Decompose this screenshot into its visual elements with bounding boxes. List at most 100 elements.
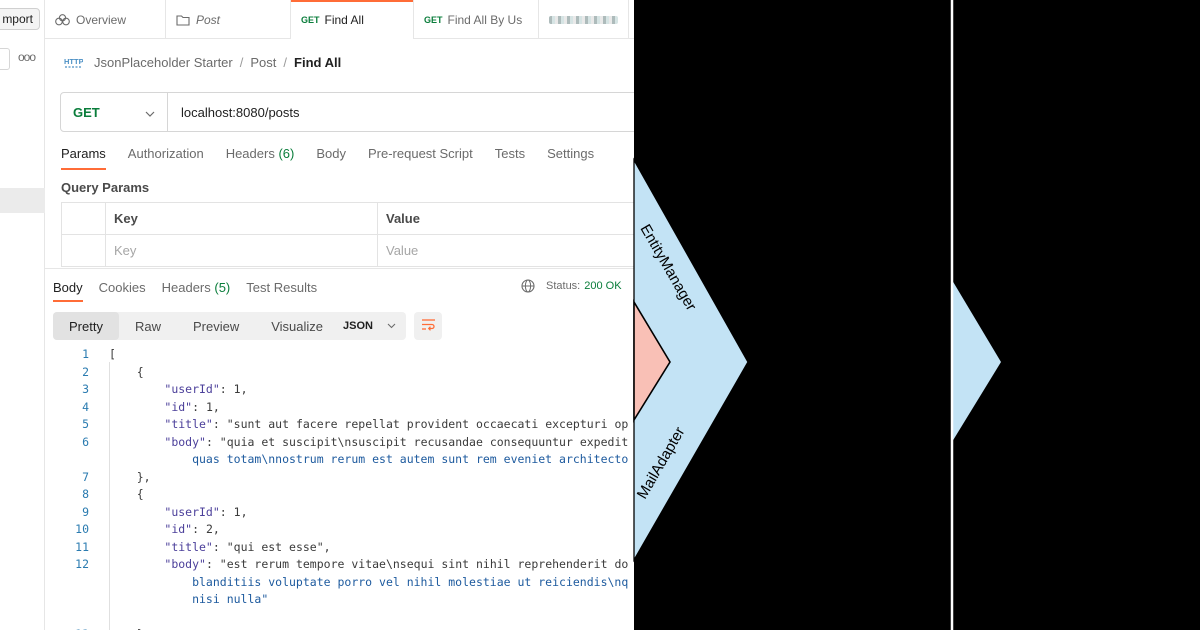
line-number: 11 xyxy=(75,539,89,554)
code-line: 6 "body": "quia et suscipit\nsuscipit re… xyxy=(45,434,634,452)
tab-tests[interactable]: Tests xyxy=(495,146,525,170)
line-number: 13 xyxy=(65,626,89,630)
tab-settings[interactable]: Settings xyxy=(547,146,594,170)
code-line: 9 "userId": 1, xyxy=(45,504,634,522)
svg-text:HTTP: HTTP xyxy=(64,57,83,66)
value-input[interactable]: Value xyxy=(377,234,634,267)
line-number: 9 xyxy=(82,504,89,519)
line-number: 3 xyxy=(82,382,89,396)
key-input[interactable]: Key xyxy=(105,234,378,267)
code-line: 12 "body": "est rerum tempore vitae\nseq… xyxy=(45,556,634,574)
tab-post[interactable]: Post xyxy=(166,0,291,39)
tab-response-headers[interactable]: Headers (5) xyxy=(162,280,231,302)
tab-label: Params xyxy=(61,146,106,161)
tab-params[interactable]: Params xyxy=(61,146,106,170)
view-preview[interactable]: Preview xyxy=(177,312,255,340)
pane-divider[interactable] xyxy=(45,268,634,269)
line-number: 2 xyxy=(82,364,89,379)
tab-redacted[interactable] xyxy=(539,0,629,39)
tab-headers[interactable]: Headers (6) xyxy=(226,146,295,170)
code-text: nisi nulla" xyxy=(109,592,269,606)
code-line: 8 { xyxy=(45,486,634,504)
tab-label: Find All xyxy=(324,12,364,27)
response-body-viewer[interactable]: 1[2 {3 "userId": 1, 4 "id": 1, 5 "title": … xyxy=(45,346,634,630)
method-label: GET xyxy=(73,104,100,120)
second-chevron xyxy=(952,280,1001,442)
redacted-label xyxy=(549,15,618,24)
code-text: blanditiis voluptate porro vel nihil mol… xyxy=(109,574,629,589)
tab-label: Find All By Us xyxy=(447,12,523,27)
import-button[interactable]: mport xyxy=(0,8,40,30)
method-select[interactable]: GET xyxy=(61,93,168,131)
code-line: 3 "userId": 1, xyxy=(45,381,634,399)
code-text: "title": "qui est esse", xyxy=(164,539,331,554)
tab-body[interactable]: Body xyxy=(316,146,346,170)
tab-find-all-by-user[interactable]: GET Find All By Us xyxy=(414,0,539,39)
sidebar: mport ooo xyxy=(0,0,45,630)
code-line: 10 "id": 2, xyxy=(45,521,634,539)
view-visualize[interactable]: Visualize xyxy=(255,312,339,340)
code-line: 1[ xyxy=(45,346,634,364)
checkbox-column-header xyxy=(61,202,106,235)
code-line: 2 { xyxy=(45,364,634,382)
code-line: nisi nulla" xyxy=(45,591,634,609)
table-header-row: Key Value xyxy=(61,202,634,235)
code-text: "body": "est rerum tempore vitae\nsequi … xyxy=(164,557,629,571)
code-text: { xyxy=(109,487,144,501)
table-row: Key Value xyxy=(61,234,634,267)
tab-authorization[interactable]: Authorization xyxy=(128,146,204,170)
request-url-bar: GET xyxy=(60,92,634,132)
wrap-lines-button[interactable] xyxy=(414,312,442,340)
line-number: 6 xyxy=(82,434,89,449)
code-line: 13 }, xyxy=(45,626,634,630)
code-text: { xyxy=(109,364,144,379)
tab-label: Authorization xyxy=(127,146,204,161)
headers-count: (6) xyxy=(278,146,295,161)
request-tabs: Params Authorization Headers (6) Body Pr… xyxy=(61,146,616,170)
tab-label: Post xyxy=(196,12,221,27)
postman-window: mport ooo Overview Post GET Find All GET… xyxy=(0,0,634,630)
breadcrumb-separator: / xyxy=(283,54,288,70)
code-text: "id": 2, xyxy=(164,522,220,536)
code-text: }, xyxy=(109,469,151,484)
breadcrumb-request[interactable]: Find All xyxy=(294,55,341,70)
status-value[interactable]: 200 OK xyxy=(584,280,621,292)
tab-label: Tests xyxy=(494,146,526,161)
code-text: "userId": 1, xyxy=(164,504,248,519)
code-text: quas totam\nnostrum rerum est autem sunt… xyxy=(109,452,629,466)
key-column-header: Key xyxy=(105,202,378,235)
breadcrumb-collection[interactable]: JsonPlaceholder Starter xyxy=(94,55,233,70)
view-mode-toggle: Pretty Raw Preview Visualize xyxy=(53,312,340,340)
code-line: 11 "title": "qui est esse", xyxy=(45,539,634,557)
sidebar-selected-item[interactable] xyxy=(0,188,45,213)
view-raw[interactable]: Raw xyxy=(119,312,177,340)
line-number: 12 xyxy=(75,557,89,571)
line-number: 5 xyxy=(82,417,89,431)
breadcrumb-folder[interactable]: Post xyxy=(250,55,276,70)
tab-label: Headers xyxy=(161,280,211,295)
globe-icon[interactable] xyxy=(521,279,535,293)
tab-label: Body xyxy=(316,146,346,161)
url-input[interactable] xyxy=(168,93,634,131)
more-options-icon[interactable]: ooo xyxy=(18,50,36,64)
sidebar-filter-input[interactable] xyxy=(0,48,10,70)
tab-find-all[interactable]: GET Find All xyxy=(291,0,414,39)
tab-label: Cookies xyxy=(98,280,146,295)
response-status: Status: 200 OK xyxy=(521,279,622,293)
code-line: 4 "id": 1, xyxy=(45,399,634,417)
line-number: 8 xyxy=(82,487,89,501)
code-text: "id": 1, xyxy=(164,399,220,414)
view-pretty[interactable]: Pretty xyxy=(53,312,119,340)
tab-test-results[interactable]: Test Results xyxy=(246,280,317,302)
tab-pre-request-script[interactable]: Pre-request Script xyxy=(368,146,473,170)
chevron-down-icon xyxy=(387,320,396,332)
folder-icon xyxy=(176,14,190,26)
tab-label: Headers xyxy=(225,146,275,161)
row-checkbox[interactable] xyxy=(61,234,106,267)
tab-response-body[interactable]: Body xyxy=(53,280,83,302)
tab-cookies[interactable]: Cookies xyxy=(99,280,146,302)
tab-bar: Overview Post GET Find All GET Find All … xyxy=(45,0,634,39)
format-select[interactable]: JSON xyxy=(333,312,406,340)
tab-overview[interactable]: Overview xyxy=(45,0,166,39)
